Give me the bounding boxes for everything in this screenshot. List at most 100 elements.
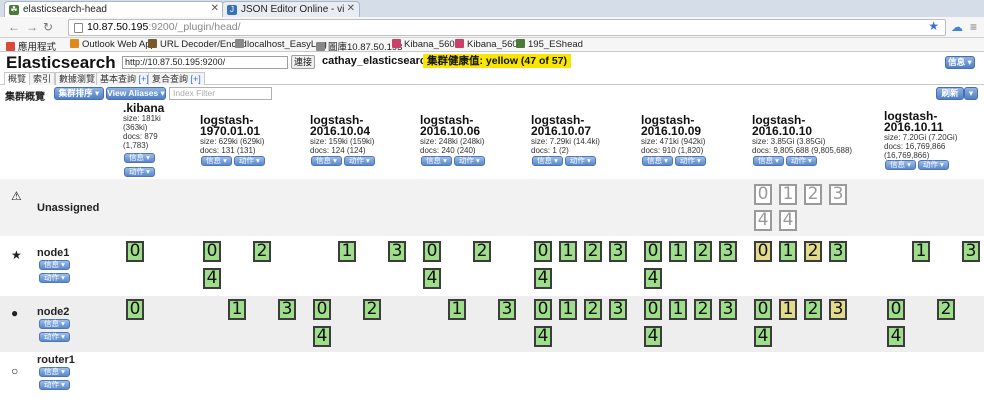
- node-info-button[interactable]: 信息 ▾: [39, 260, 70, 270]
- refresh-options-button[interactable]: ▾: [964, 87, 978, 100]
- refresh-button[interactable]: 刷新: [936, 87, 964, 100]
- index-action-button[interactable]: 动作 ▾: [124, 167, 155, 177]
- index-info-button[interactable]: 信息 ▾: [753, 156, 784, 166]
- shard-box[interactable]: 3: [388, 241, 406, 262]
- node-name[interactable]: router1: [37, 354, 75, 366]
- shard-box[interactable]: 4: [423, 268, 441, 289]
- bookmark-195-eshead[interactable]: 195_EShead: [516, 39, 583, 50]
- shard-box[interactable]: 2: [937, 299, 955, 320]
- shard-box[interactable]: 1: [559, 241, 577, 262]
- index-info-button[interactable]: 信息 ▾: [885, 160, 916, 170]
- index-action-button[interactable]: 动作 ▾: [917, 160, 949, 170]
- index-info-button[interactable]: 信息 ▾: [642, 156, 673, 166]
- shard-box[interactable]: 0: [534, 299, 552, 320]
- shard-box[interactable]: 0: [534, 241, 552, 262]
- bookmark-gallery[interactable]: 圖庫10.87.50.193: [316, 39, 402, 53]
- bookmark-star-icon[interactable]: ★: [928, 19, 939, 33]
- shard-box[interactable]: 3: [719, 241, 737, 262]
- connect-button[interactable]: 連接: [291, 55, 315, 69]
- shard-box[interactable]: 0: [126, 299, 144, 320]
- shard-box[interactable]: 1: [228, 299, 246, 320]
- shard-box[interactable]: 3: [829, 241, 847, 262]
- node-name[interactable]: node1: [37, 247, 69, 259]
- shard-box[interactable]: 4: [534, 268, 552, 289]
- shard-box[interactable]: 3: [278, 299, 296, 320]
- shard-box[interactable]: 3: [829, 299, 847, 320]
- shard-box[interactable]: 3: [829, 184, 847, 205]
- shard-box[interactable]: 4: [203, 268, 221, 289]
- node-action-button[interactable]: 动作 ▾: [39, 332, 70, 342]
- tab-basic-query[interactable]: 基本查詢 [+]: [96, 72, 153, 85]
- shard-box[interactable]: 1: [779, 299, 797, 320]
- bookmark-outlook[interactable]: Outlook Web App: [70, 39, 156, 50]
- node-action-button[interactable]: 动作 ▾: [39, 273, 70, 283]
- shard-box[interactable]: 3: [609, 299, 627, 320]
- shard-box[interactable]: 2: [473, 241, 491, 262]
- index-info-button[interactable]: 信息 ▾: [201, 156, 232, 166]
- shard-box[interactable]: 0: [754, 299, 772, 320]
- shard-box[interactable]: 1: [779, 184, 797, 205]
- shard-box[interactable]: 2: [584, 241, 602, 262]
- shard-box[interactable]: 2: [694, 299, 712, 320]
- shard-box[interactable]: 0: [887, 299, 905, 320]
- shard-box[interactable]: 4: [754, 210, 772, 231]
- node-info-button[interactable]: 信息 ▾: [39, 367, 70, 377]
- shard-box[interactable]: 4: [754, 326, 772, 347]
- shard-box[interactable]: 4: [779, 210, 797, 231]
- browser-tab-es-head[interactable]: ☘ elasticsearch-head ✕: [4, 1, 224, 17]
- index-action-button[interactable]: 动作 ▾: [785, 156, 817, 166]
- close-icon[interactable]: ✕: [347, 3, 355, 14]
- shard-box[interactable]: 0: [754, 241, 772, 262]
- tab-overview[interactable]: 概覽: [4, 72, 31, 85]
- tab-browser[interactable]: 數據瀏覽: [55, 72, 100, 85]
- shard-box[interactable]: 2: [804, 241, 822, 262]
- view-aliases-button[interactable]: View Aliases ▾: [106, 87, 166, 100]
- address-bar[interactable]: 10.87.50.195:9200/_plugin/head/ ★: [68, 19, 946, 36]
- cluster-sort-button[interactable]: 集群排序 ▾: [54, 87, 104, 100]
- shard-box[interactable]: 3: [719, 299, 737, 320]
- shard-box[interactable]: 4: [644, 268, 662, 289]
- shard-box[interactable]: 0: [754, 184, 772, 205]
- node-action-button[interactable]: 动作 ▾: [39, 380, 70, 390]
- shard-box[interactable]: 1: [669, 241, 687, 262]
- shard-box[interactable]: 3: [962, 241, 980, 262]
- tab-compound-query[interactable]: 复合查詢 [+]: [148, 72, 205, 85]
- extension-cloud-icon[interactable]: ☁: [951, 20, 963, 34]
- node-info-button[interactable]: 信息 ▾: [39, 319, 70, 329]
- index-action-button[interactable]: 动作 ▾: [674, 156, 706, 166]
- tab-indices[interactable]: 索引: [29, 72, 56, 85]
- shard-box[interactable]: 1: [559, 299, 577, 320]
- shard-box[interactable]: 0: [126, 241, 144, 262]
- shard-box[interactable]: 2: [804, 299, 822, 320]
- shard-box[interactable]: 0: [644, 241, 662, 262]
- shard-box[interactable]: 2: [363, 299, 381, 320]
- index-info-button[interactable]: 信息 ▾: [421, 156, 452, 166]
- bookmark-url-decoder[interactable]: URL Decoder/Encod: [148, 39, 247, 50]
- close-icon[interactable]: ✕: [211, 3, 219, 14]
- index-action-button[interactable]: 动作 ▾: [343, 156, 375, 166]
- index-info-button[interactable]: 信息 ▾: [124, 153, 155, 163]
- shard-box[interactable]: 4: [534, 326, 552, 347]
- index-filter-input[interactable]: Index Filter: [169, 87, 272, 100]
- index-action-button[interactable]: 动作 ▾: [453, 156, 485, 166]
- cluster-url-input[interactable]: http://10.87.50.195:9200/: [122, 56, 288, 69]
- index-action-button[interactable]: 动作 ▾: [233, 156, 265, 166]
- shard-box[interactable]: 3: [498, 299, 516, 320]
- bookmark-apps[interactable]: 應用程式: [6, 39, 56, 53]
- bookmark-kibana-5601[interactable]: Kibana_5601: [392, 39, 460, 50]
- menu-icon[interactable]: ≡: [970, 20, 977, 34]
- index-action-button[interactable]: 动作 ▾: [564, 156, 596, 166]
- reload-icon[interactable]: ↻: [43, 20, 53, 34]
- back-arrow-icon[interactable]: ←: [8, 20, 20, 34]
- shard-box[interactable]: 1: [779, 241, 797, 262]
- shard-box[interactable]: 4: [644, 326, 662, 347]
- shard-box[interactable]: 2: [804, 184, 822, 205]
- node-name[interactable]: node2: [37, 306, 69, 318]
- cluster-info-button[interactable]: 信息 ▾: [945, 56, 975, 69]
- shard-box[interactable]: 3: [609, 241, 627, 262]
- shard-box[interactable]: 2: [253, 241, 271, 262]
- index-info-button[interactable]: 信息 ▾: [311, 156, 342, 166]
- shard-box[interactable]: 0: [423, 241, 441, 262]
- shard-box[interactable]: 4: [887, 326, 905, 347]
- index-info-button[interactable]: 信息 ▾: [532, 156, 563, 166]
